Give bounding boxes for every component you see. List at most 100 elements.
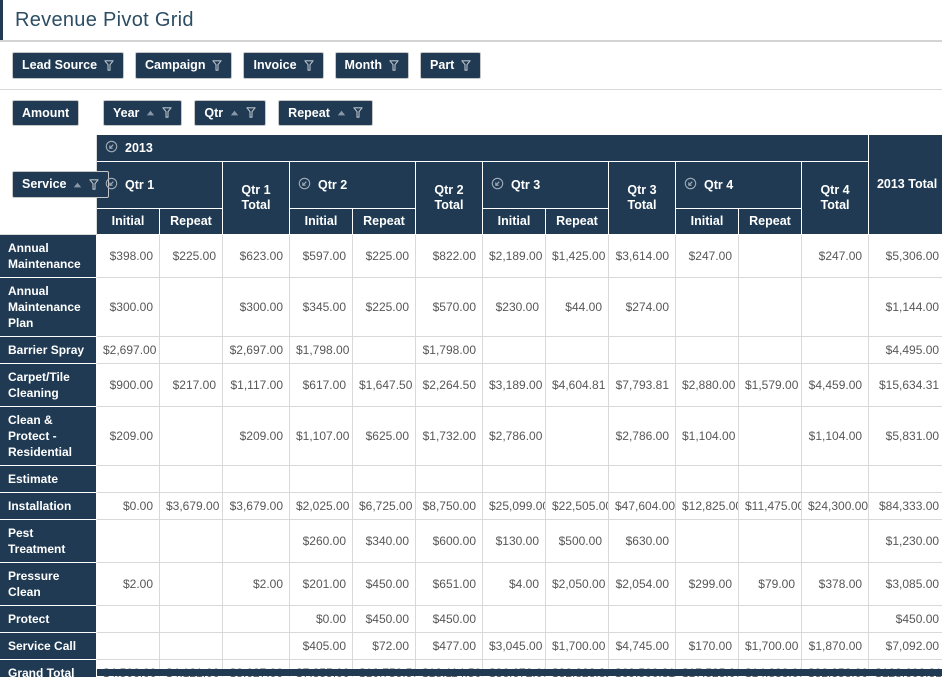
data-cell: $822.00 (416, 235, 483, 278)
data-cell: $4.00 (483, 563, 546, 606)
data-cell: $2.00 (223, 563, 290, 606)
filter-icon[interactable] (353, 107, 363, 118)
row-header-pressure-clean: Pressure Clean (0, 563, 97, 606)
field-button-service[interactable]: Service (12, 171, 110, 198)
qtr2-label: Qtr 2 (318, 178, 348, 192)
horizontal-scrollbar-thumb[interactable] (97, 669, 942, 676)
field-button-lead-source[interactable]: Lead Source (12, 52, 125, 79)
field-button-qtr[interactable]: Qtr (194, 99, 267, 126)
table-row: Service Call $405.00 $72.00 $477.00 $3,045.0… (0, 633, 942, 660)
field-label: Qtr (204, 105, 224, 120)
data-cell: $72.00 (353, 633, 416, 660)
data-cell: $6,725.00 (353, 493, 416, 520)
column-fields-area: Year Qtr Repeat (97, 99, 373, 126)
collapse-qtr1-icon[interactable] (105, 177, 118, 193)
field-button-campaign[interactable]: Campaign (135, 52, 233, 79)
data-cell: $1,230.00 (869, 520, 942, 563)
data-cell: $1,117.00 (223, 364, 290, 407)
data-cell (97, 466, 160, 493)
table-row: Protect $0.00 $450.00 $450.00 $450.00 (0, 606, 942, 633)
data-cell: $2,264.50 (416, 364, 483, 407)
filter-icon[interactable] (162, 107, 173, 118)
data-cell: $25,099.00 (483, 493, 546, 520)
collapse-year-icon[interactable] (105, 140, 118, 156)
collapse-qtr2-icon[interactable] (298, 177, 311, 193)
column-header-q2-initial: Initial (290, 209, 353, 235)
data-cell (97, 606, 160, 633)
data-cell: $7,793.81 (609, 364, 676, 407)
sort-asc-icon (230, 110, 239, 116)
field-button-invoice[interactable]: Invoice (243, 52, 324, 79)
qtr1-label: Qtr 1 (125, 178, 155, 192)
data-cell: $1,870.00 (802, 633, 870, 660)
data-cell: $450.00 (353, 606, 416, 633)
data-cell: $4,459.00 (802, 364, 870, 407)
filter-icon[interactable] (461, 60, 472, 71)
data-cell (739, 337, 802, 364)
data-cell: $617.00 (290, 364, 353, 407)
field-button-amount[interactable]: Amount (12, 99, 80, 126)
data-cell: $2,050.00 (546, 563, 609, 606)
data-cell: $2,025.00 (290, 493, 353, 520)
data-cell: $1,647.50 (353, 364, 416, 407)
data-cell (739, 466, 802, 493)
data-cell: $450.00 (869, 606, 942, 633)
year-header-label: 2013 (125, 141, 153, 155)
data-cell: $4,745.00 (609, 633, 676, 660)
data-cell: $8,750.00 (416, 493, 483, 520)
data-cell (609, 606, 676, 633)
data-cell (676, 337, 739, 364)
field-label: Service (22, 177, 67, 192)
data-cell: $79.00 (739, 563, 802, 606)
data-cell: $300.00 (97, 278, 160, 337)
data-cell: $340.00 (353, 520, 416, 563)
collapse-qtr4-icon[interactable] (684, 177, 697, 193)
data-cell: $1,700.00 (739, 633, 802, 660)
data-cell: $0.00 (290, 606, 353, 633)
data-cell (676, 606, 739, 633)
filter-icon[interactable] (89, 179, 100, 190)
filter-icon[interactable] (212, 60, 223, 71)
filter-icon[interactable] (303, 60, 314, 71)
data-cell: $600.00 (416, 520, 483, 563)
field-label: Amount (22, 105, 70, 120)
row-header-carpet-tile-cleaning: Carpet/Tile Cleaning (0, 364, 97, 407)
data-cell: $4,604.81 (546, 364, 609, 407)
data-cell (739, 278, 802, 337)
data-cell: $1,798.00 (416, 337, 483, 364)
data-cell: $225.00 (160, 235, 223, 278)
data-cell (160, 337, 223, 364)
data-cell: $84,333.00 (869, 493, 942, 520)
data-cell: $2,786.00 (483, 407, 546, 466)
data-cell: $651.00 (416, 563, 483, 606)
table-row: Annual Maintenance Plan $300.00 $300.00 $34… (0, 278, 942, 337)
filter-icon[interactable] (246, 107, 256, 118)
data-cell: $2,697.00 (97, 337, 160, 364)
row-header-annual-maintenance-plan: Annual Maintenance Plan (0, 278, 97, 337)
filter-fields-area: Lead Source Campaign Invoice Month Part (0, 42, 942, 90)
data-cell (676, 520, 739, 563)
row-header-estimate: Estimate (0, 466, 97, 493)
field-button-year[interactable]: Year (103, 99, 183, 126)
field-label: Month (344, 58, 383, 72)
filter-icon[interactable] (104, 60, 114, 71)
field-button-month[interactable]: Month (334, 52, 410, 79)
data-cell (869, 466, 942, 493)
row-header-clean-protect-residential: Clean & Protect - Residential (0, 407, 97, 466)
data-cell: $1,104.00 (676, 407, 739, 466)
field-button-repeat[interactable]: Repeat (278, 99, 373, 126)
collapse-qtr3-icon[interactable] (491, 177, 504, 193)
field-label: Lead Source (22, 58, 98, 72)
data-fields-area: Amount (0, 99, 97, 126)
data-cell: $500.00 (546, 520, 609, 563)
data-cell (676, 278, 739, 337)
table-row: Clean & Protect - Residential $209.00 $209… (0, 407, 942, 466)
row-header-annual-maintenance: Annual Maintenance (0, 235, 97, 278)
data-cell: $3,679.00 (160, 493, 223, 520)
data-cell: $201.00 (290, 563, 353, 606)
field-label: Part (430, 58, 455, 72)
data-cell (739, 235, 802, 278)
filter-icon[interactable] (389, 60, 399, 71)
field-button-part[interactable]: Part (420, 52, 482, 79)
data-cell: $900.00 (97, 364, 160, 407)
